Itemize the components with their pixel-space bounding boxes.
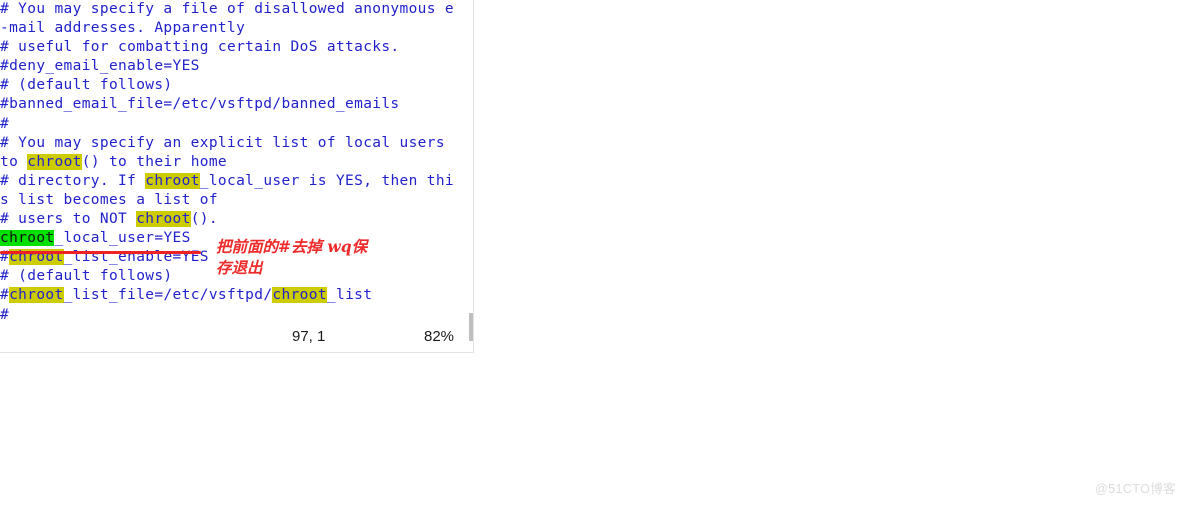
code-text: #banned_email_file=/etc/vsftpd/banned_em…: [0, 96, 400, 113]
code-text: #: [0, 306, 10, 323]
red-underline-annotation: [0, 251, 201, 254]
code-text: # You may specify a file of disallowed a…: [0, 1, 454, 17]
search-match-highlight: chroot: [145, 172, 200, 189]
code-line: #chroot_list_file=/etc/vsftpd/chroot_lis…: [0, 286, 470, 305]
code-line: #: [0, 115, 470, 134]
code-text: -mail addresses. Apparently: [0, 20, 246, 37]
code-line: # users to NOT chroot().: [0, 210, 470, 229]
code-line: #banned_email_file=/etc/vsftpd/banned_em…: [0, 95, 470, 114]
code-line: to chroot() to their home: [0, 153, 470, 172]
search-match-highlight: chroot: [9, 287, 64, 304]
code-text: # (default follows): [0, 268, 173, 285]
search-match-highlight: chroot: [136, 211, 191, 228]
current-search-match: chroot: [0, 230, 55, 247]
code-text: # (default follows): [0, 77, 173, 94]
status-cursor-position: 97, 1: [292, 328, 326, 345]
code-text: # useful for combatting certain DoS atta…: [0, 39, 400, 56]
code-text: to: [0, 153, 28, 170]
watermark: @51CTO博客: [1095, 482, 1176, 496]
code-line: #: [0, 306, 470, 325]
vim-status-line: 97, 1 82%: [0, 328, 470, 350]
status-scroll-percent: 82%: [424, 328, 455, 345]
code-line: # You may specify an explicit list of lo…: [0, 134, 470, 153]
code-text: # You may specify an explicit list of lo…: [0, 134, 445, 151]
code-text: _local_user is YES, then thi: [199, 172, 454, 189]
red-chinese-annotation: 把前面的#去掉 wq保 存退出: [216, 237, 368, 277]
code-line: s list becomes a list of: [0, 191, 470, 210]
code-text: ().: [190, 211, 218, 228]
code-text: # directory. If: [0, 172, 146, 189]
code-line: -mail addresses. Apparently: [0, 19, 470, 38]
code-text: s list becomes a list of: [0, 191, 218, 208]
code-line: #deny_email_enable=YES: [0, 57, 470, 76]
search-match-highlight: chroot: [272, 287, 327, 304]
code-text: #: [0, 115, 10, 132]
code-line: # useful for combatting certain DoS atta…: [0, 38, 470, 57]
code-line: # directory. If chroot_local_user is YES…: [0, 172, 470, 191]
scrollbar-thumb[interactable]: [469, 313, 473, 341]
vertical-scrollbar[interactable]: [469, 0, 473, 352]
code-text: _local_user=YES: [54, 230, 191, 247]
code-text: #: [0, 287, 10, 304]
code-text: # users to NOT: [0, 211, 137, 228]
search-match-highlight: chroot: [27, 153, 82, 170]
code-text: _list_file=/etc/vsftpd/: [63, 287, 273, 304]
code-text: #deny_email_enable=YES: [0, 58, 200, 75]
code-text: () to their home: [81, 153, 228, 170]
code-text: _list: [326, 287, 373, 304]
code-line: # You may specify a file of disallowed a…: [0, 0, 470, 19]
code-line: # (default follows): [0, 76, 470, 95]
terminal-panel[interactable]: # You may specify a file of disallowed a…: [0, 0, 474, 353]
